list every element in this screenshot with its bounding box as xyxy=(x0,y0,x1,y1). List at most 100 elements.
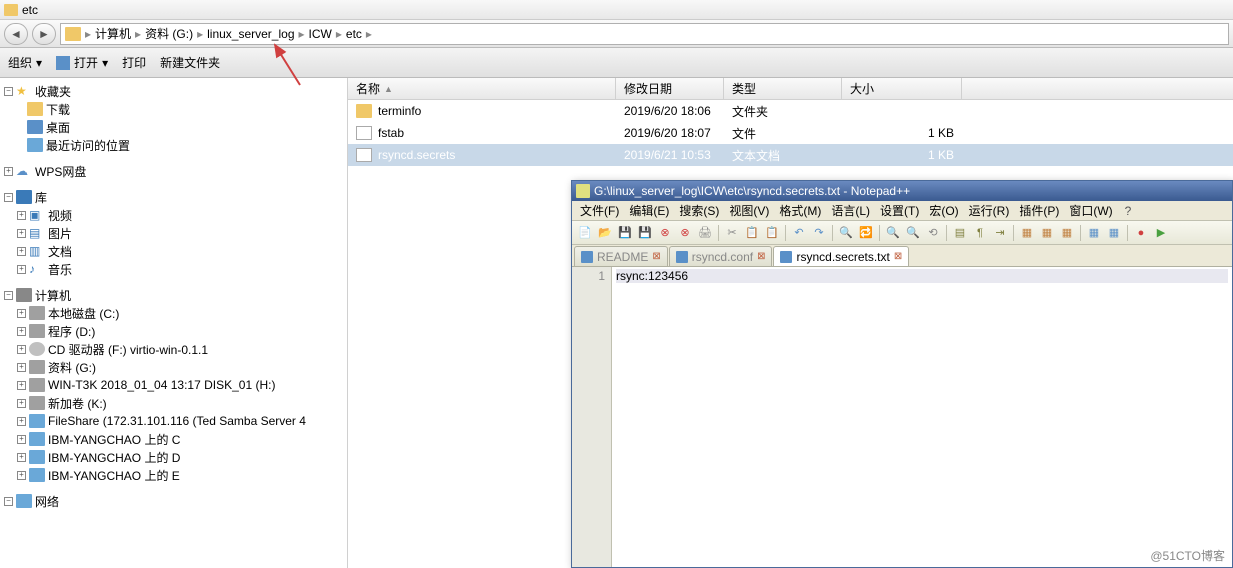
menu-window[interactable]: 窗口(W) xyxy=(1065,202,1116,219)
open-icon[interactable]: 📂 xyxy=(596,224,614,242)
sync-icon[interactable]: ⟲ xyxy=(924,224,942,242)
tab-readme[interactable]: README⊠ xyxy=(574,246,668,266)
folder-icon xyxy=(356,104,372,118)
menu-run[interactable]: 运行(R) xyxy=(965,202,1014,219)
new-icon[interactable]: 📄 xyxy=(576,224,594,242)
sidebar-item-disk-h[interactable]: +WIN-T3K 2018_01_04 13:17 DISK_01 (H:) xyxy=(0,376,347,394)
menu-search[interactable]: 搜索(S) xyxy=(675,202,723,219)
sidebar-item-disk-g[interactable]: +资料 (G:) xyxy=(0,358,347,376)
window-title: etc xyxy=(22,3,38,17)
sidebar-item-net-e[interactable]: +IBM-YANGCHAO 上的 E xyxy=(0,466,347,484)
replace-icon[interactable]: 🔁 xyxy=(857,224,875,242)
notepad-window[interactable]: G:\linux_server_log\ICW\etc\rsyncd.secre… xyxy=(571,180,1233,568)
favorites-group[interactable]: −★收藏夹 xyxy=(0,82,347,100)
menu-file[interactable]: 文件(F) xyxy=(576,202,623,219)
wrap-icon[interactable]: ▤ xyxy=(951,224,969,242)
unfold-icon[interactable]: ▦ xyxy=(1038,224,1056,242)
network-group[interactable]: −网络 xyxy=(0,492,347,510)
breadcrumb-item[interactable]: etc xyxy=(346,27,362,41)
sidebar-item-desktop[interactable]: 桌面 xyxy=(0,118,347,136)
sidebar-item-net-d[interactable]: +IBM-YANGCHAO 上的 D xyxy=(0,448,347,466)
doc-icon[interactable]: ▦ xyxy=(1085,224,1103,242)
breadcrumb-item[interactable]: linux_server_log xyxy=(207,27,294,41)
breadcrumb-item[interactable]: 资料 (G:) xyxy=(145,25,193,42)
file-row[interactable]: terminfo2019/6/20 18:06文件夹 xyxy=(348,100,1233,122)
new-folder-button[interactable]: 新建文件夹 xyxy=(160,54,220,71)
zoom-out-icon[interactable]: 🔍 xyxy=(904,224,922,242)
file-row[interactable]: fstab2019/6/20 18:07文件1 KB xyxy=(348,122,1233,144)
sidebar-item-cd-f[interactable]: +CD 驱动器 (F:) virtio-win-0.1.1 xyxy=(0,340,347,358)
record-icon[interactable]: ● xyxy=(1132,224,1150,242)
editor-content[interactable]: rsync:123456 xyxy=(612,267,1232,567)
print-icon[interactable]: 🖨 xyxy=(696,224,714,242)
sidebar-item-net-c[interactable]: +IBM-YANGCHAO 上的 C xyxy=(0,430,347,448)
menu-edit[interactable]: 编辑(E) xyxy=(625,202,673,219)
menu-plugins[interactable]: 插件(P) xyxy=(1015,202,1063,219)
txt-icon xyxy=(356,148,372,162)
tab-rsyncd-secrets[interactable]: rsyncd.secrets.txt⊠ xyxy=(773,246,909,266)
computer-group[interactable]: −计算机 xyxy=(0,286,347,304)
sidebar-item-pictures[interactable]: +▤图片 xyxy=(0,224,347,242)
organize-button[interactable]: 组织 ▾ xyxy=(8,54,42,71)
sidebar-item-downloads[interactable]: 下载 xyxy=(0,100,347,118)
find-icon[interactable]: 🔍 xyxy=(837,224,855,242)
menu-format[interactable]: 格式(M) xyxy=(775,202,825,219)
menu-language[interactable]: 语言(L) xyxy=(827,202,874,219)
undo-icon[interactable]: ↶ xyxy=(790,224,808,242)
fold-icon[interactable]: ▦ xyxy=(1018,224,1036,242)
sidebar-item-documents[interactable]: +▥文档 xyxy=(0,242,347,260)
col-date[interactable]: 修改日期 xyxy=(616,78,724,99)
closeall-icon[interactable]: ⊗ xyxy=(676,224,694,242)
menu-view[interactable]: 视图(V) xyxy=(725,202,773,219)
monitor-icon[interactable]: ▦ xyxy=(1105,224,1123,242)
paste-icon[interactable]: 📋 xyxy=(763,224,781,242)
breadcrumb-item[interactable]: ICW xyxy=(309,27,332,41)
play-icon[interactable]: ▶ xyxy=(1152,224,1170,242)
save-icon[interactable]: 💾 xyxy=(616,224,634,242)
wps-group[interactable]: +☁WPS网盘 xyxy=(0,162,347,180)
func-icon[interactable]: ▦ xyxy=(1058,224,1076,242)
redo-icon[interactable]: ↷ xyxy=(810,224,828,242)
close-icon[interactable]: ⊗ xyxy=(656,224,674,242)
indent-icon[interactable]: ⇥ xyxy=(991,224,1009,242)
col-type[interactable]: 类型 xyxy=(724,78,842,99)
breadcrumb-item[interactable]: 计算机 xyxy=(95,25,131,42)
sidebar-item-disk-k[interactable]: +新加卷 (K:) xyxy=(0,394,347,412)
library-group[interactable]: −库 xyxy=(0,188,347,206)
notepad-title-bar[interactable]: G:\linux_server_log\ICW\etc\rsyncd.secre… xyxy=(572,181,1232,201)
notepad-editor[interactable]: 1 rsync:123456 xyxy=(572,267,1232,567)
menu-settings[interactable]: 设置(T) xyxy=(876,202,923,219)
back-button[interactable]: ◄ xyxy=(4,23,28,45)
sidebar-item-recent[interactable]: 最近访问的位置 xyxy=(0,136,347,154)
title-bar: etc xyxy=(0,0,1233,20)
file-row[interactable]: rsyncd.secrets2019/6/21 10:53文本文档1 KB xyxy=(348,144,1233,166)
print-button[interactable]: 打印 xyxy=(122,54,146,71)
sidebar-item-disk-d[interactable]: +程序 (D:) xyxy=(0,322,347,340)
forward-button[interactable]: ► xyxy=(32,23,56,45)
open-button[interactable]: 打开 ▾ xyxy=(56,54,108,71)
close-icon[interactable]: ⊠ xyxy=(894,251,902,262)
menu-help[interactable]: ? xyxy=(1125,204,1132,218)
cut-icon[interactable]: ✂ xyxy=(723,224,741,242)
menu-macro[interactable]: 宏(O) xyxy=(925,202,962,219)
close-icon[interactable]: ⊠ xyxy=(652,251,660,262)
saveall-icon[interactable]: 💾 xyxy=(636,224,654,242)
breadcrumb[interactable]: ▸ 计算机▸ 资料 (G:)▸ linux_server_log▸ ICW▸ e… xyxy=(60,23,1229,45)
disk-icon xyxy=(29,378,45,392)
sidebar-item-disk-c[interactable]: +本地磁盘 (C:) xyxy=(0,304,347,322)
tab-rsyncd-conf[interactable]: rsyncd.conf⊠ xyxy=(669,246,773,266)
desktop-icon xyxy=(27,120,43,134)
hidden-icon[interactable]: ¶ xyxy=(971,224,989,242)
share-icon xyxy=(29,414,45,428)
nav-bar: ◄ ► ▸ 计算机▸ 资料 (G:)▸ linux_server_log▸ IC… xyxy=(0,20,1233,48)
col-name[interactable]: 名称▲ xyxy=(348,78,616,99)
sidebar-item-fileshare[interactable]: +FileShare (172.31.101.116 (Ted Samba Se… xyxy=(0,412,347,430)
sidebar-item-music[interactable]: +♪音乐 xyxy=(0,260,347,278)
sidebar-item-video[interactable]: +▣视频 xyxy=(0,206,347,224)
zoom-in-icon[interactable]: 🔍 xyxy=(884,224,902,242)
col-size[interactable]: 大小 xyxy=(842,78,962,99)
file-size: 1 KB xyxy=(842,148,962,162)
copy-icon[interactable]: 📋 xyxy=(743,224,761,242)
music-icon: ♪ xyxy=(29,262,45,276)
close-icon[interactable]: ⊠ xyxy=(757,251,765,262)
